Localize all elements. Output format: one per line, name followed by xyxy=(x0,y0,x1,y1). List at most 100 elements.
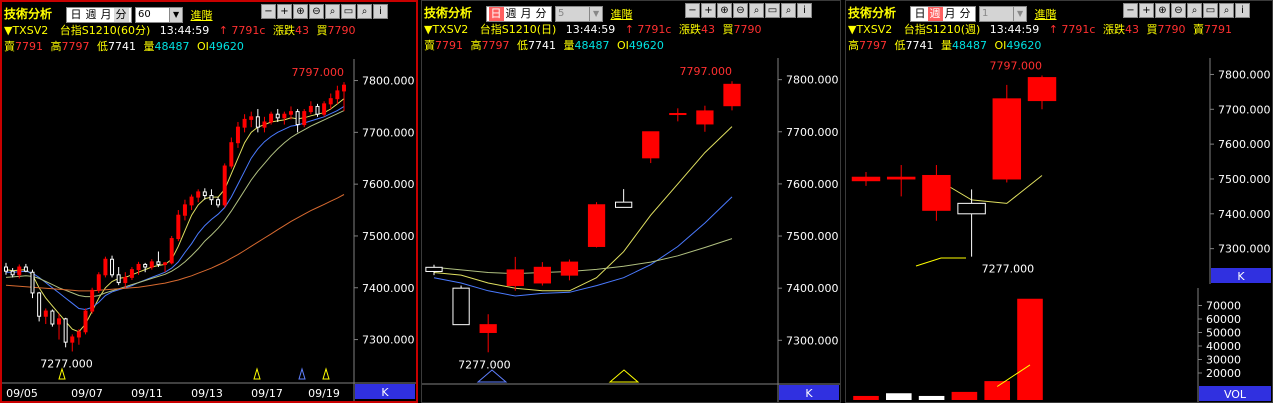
save-icon[interactable]: ▭ xyxy=(765,3,780,18)
y-tick-label: 60000 xyxy=(1206,313,1241,326)
save-icon[interactable]: ▭ xyxy=(341,4,356,19)
zoom-out-icon[interactable]: ⊕ xyxy=(717,3,732,18)
max-price-label: 7797.000 xyxy=(292,66,345,79)
candle-body xyxy=(43,310,48,317)
candlestick-chart-60min[interactable]: 7300.000 7400.000 7500.000 7600.000 7700.000… xyxy=(2,59,416,401)
period-selector[interactable]: 日週月分 xyxy=(909,6,976,22)
candle-body xyxy=(136,263,141,271)
advanced-link[interactable]: 進階 xyxy=(191,9,213,22)
low-value: 7741 xyxy=(528,39,556,52)
interval-value: 5 xyxy=(558,8,565,19)
panel-title: 技術分析 xyxy=(4,7,53,21)
interval-select[interactable]: 60 ▼ xyxy=(135,7,184,23)
period-month[interactable]: 月 xyxy=(519,7,534,21)
instrument-name: 台指S1210(日) xyxy=(479,23,557,36)
candle-body xyxy=(723,83,741,107)
period-day[interactable]: 日 xyxy=(913,7,928,21)
high-label: 高 xyxy=(848,39,859,52)
minimize-icon[interactable]: − xyxy=(261,4,276,19)
zoom-in-icon[interactable]: + xyxy=(277,4,292,19)
instrument-name: 台指S1210(60分) xyxy=(59,24,151,37)
candle-body xyxy=(957,202,986,215)
link-icon[interactable]: ⌕ xyxy=(1187,3,1202,18)
candle-body xyxy=(342,84,346,92)
sell-value: 7791 xyxy=(1203,23,1232,36)
interval-select[interactable]: 5 ▼ xyxy=(555,6,604,22)
zoom-out-icon[interactable]: ⊕ xyxy=(293,4,308,19)
volume-chart-weekly[interactable]: 200003000040000500006000070000 VOL xyxy=(846,288,1272,402)
candle-body xyxy=(235,126,240,144)
candle-body xyxy=(452,287,470,326)
buy-value: 7790 xyxy=(327,24,356,37)
search-icon[interactable]: ⊖ xyxy=(309,4,324,19)
candle-body xyxy=(642,131,660,159)
period-selector[interactable]: 日週月分 xyxy=(485,6,552,22)
period-month[interactable]: 月 xyxy=(943,7,958,21)
period-minute[interactable]: 分 xyxy=(113,8,129,22)
search-icon[interactable]: ⊖ xyxy=(1171,3,1186,18)
buy-label: 買 xyxy=(316,24,328,37)
oi-label: OI xyxy=(617,39,629,52)
period-week[interactable]: 週 xyxy=(84,8,99,22)
instrument-name: 台指S1210(週) xyxy=(903,23,981,36)
minimize-icon[interactable]: − xyxy=(685,3,700,18)
volume-label: 量 xyxy=(941,39,952,52)
panel-header: 技術分析 日週月分 1 ▼ 進階 − + ⊕ ⊖ ⌕ ▭ ⌕ i ▼TXSV2 台指S1210(… xyxy=(846,1,1272,58)
advanced-link[interactable]: 進階 xyxy=(611,8,633,21)
advanced-link[interactable]: 進階 xyxy=(1035,8,1057,21)
volume-value: 48487 xyxy=(574,39,610,52)
info-icon[interactable]: i xyxy=(1235,3,1250,18)
period-minute[interactable]: 分 xyxy=(534,7,549,21)
chevron-down-icon[interactable]: ▼ xyxy=(169,8,183,22)
y-tick-label: 7300.000 xyxy=(1218,243,1271,256)
chevron-down-icon[interactable]: ▼ xyxy=(1013,7,1027,21)
candle-body xyxy=(209,195,214,201)
period-minute[interactable]: 分 xyxy=(958,7,973,21)
magnify-icon[interactable]: ⌕ xyxy=(357,4,372,19)
volume-value: 48487 xyxy=(952,39,987,52)
moving-average-line xyxy=(5,98,345,333)
min-pointer-line xyxy=(915,257,966,267)
candle-body xyxy=(992,98,1022,180)
moving-average-line xyxy=(433,238,733,275)
zoom-in-icon[interactable]: + xyxy=(1139,3,1154,18)
zoom-in-icon[interactable]: + xyxy=(701,3,716,18)
info-icon[interactable]: i xyxy=(797,3,812,18)
minimize-icon[interactable]: − xyxy=(1123,3,1138,18)
period-month[interactable]: 月 xyxy=(99,8,114,22)
interval-select[interactable]: 1 ▼ xyxy=(979,6,1028,22)
save-icon[interactable]: ▭ xyxy=(1203,3,1218,18)
info-icon[interactable]: i xyxy=(373,4,388,19)
magnify-icon[interactable]: ⌕ xyxy=(1219,3,1234,18)
volume-bar xyxy=(853,395,879,400)
period-day[interactable]: 日 xyxy=(69,8,84,22)
candle-body xyxy=(615,201,633,208)
max-price-label: 7797.000 xyxy=(990,59,1043,72)
low-label: 低 xyxy=(894,39,906,52)
quote-time: 13:44:59 xyxy=(989,23,1040,36)
y-tick-label: 7800.000 xyxy=(362,75,415,88)
change-label: 漲跌 xyxy=(1102,23,1125,36)
link-icon[interactable]: ⌕ xyxy=(749,3,764,18)
min-price-label: 7277.000 xyxy=(40,357,92,370)
period-selector[interactable]: 日週月分 xyxy=(65,7,132,23)
candle-body xyxy=(425,266,443,272)
x-tick-label: 09/19 xyxy=(308,387,340,400)
link-icon[interactable]: ⌕ xyxy=(325,4,340,19)
period-day[interactable]: 日 xyxy=(488,7,504,21)
period-week[interactable]: 週 xyxy=(927,7,943,21)
candlestick-chart-weekly[interactable]: 7300.000 7400.000 7500.000 7600.000 7700.000… xyxy=(846,58,1272,284)
candlestick-chart-daily[interactable]: 7300.000 7400.000 7500.000 7600.000 7700.000… xyxy=(422,58,840,402)
zoom-out-icon[interactable]: ⊕ xyxy=(1155,3,1170,18)
period-week[interactable]: 週 xyxy=(504,7,519,21)
moving-average-line xyxy=(433,126,733,292)
candle-body xyxy=(116,274,121,284)
oi-label: OI xyxy=(994,39,1007,52)
magnify-icon[interactable]: ⌕ xyxy=(781,3,796,18)
candle-body xyxy=(182,204,187,216)
sell-value: 7791 xyxy=(435,39,463,52)
low-label: 低 xyxy=(97,40,108,53)
chevron-down-icon[interactable]: ▼ xyxy=(589,7,603,21)
candle-body xyxy=(189,196,194,206)
search-icon[interactable]: ⊖ xyxy=(733,3,748,18)
